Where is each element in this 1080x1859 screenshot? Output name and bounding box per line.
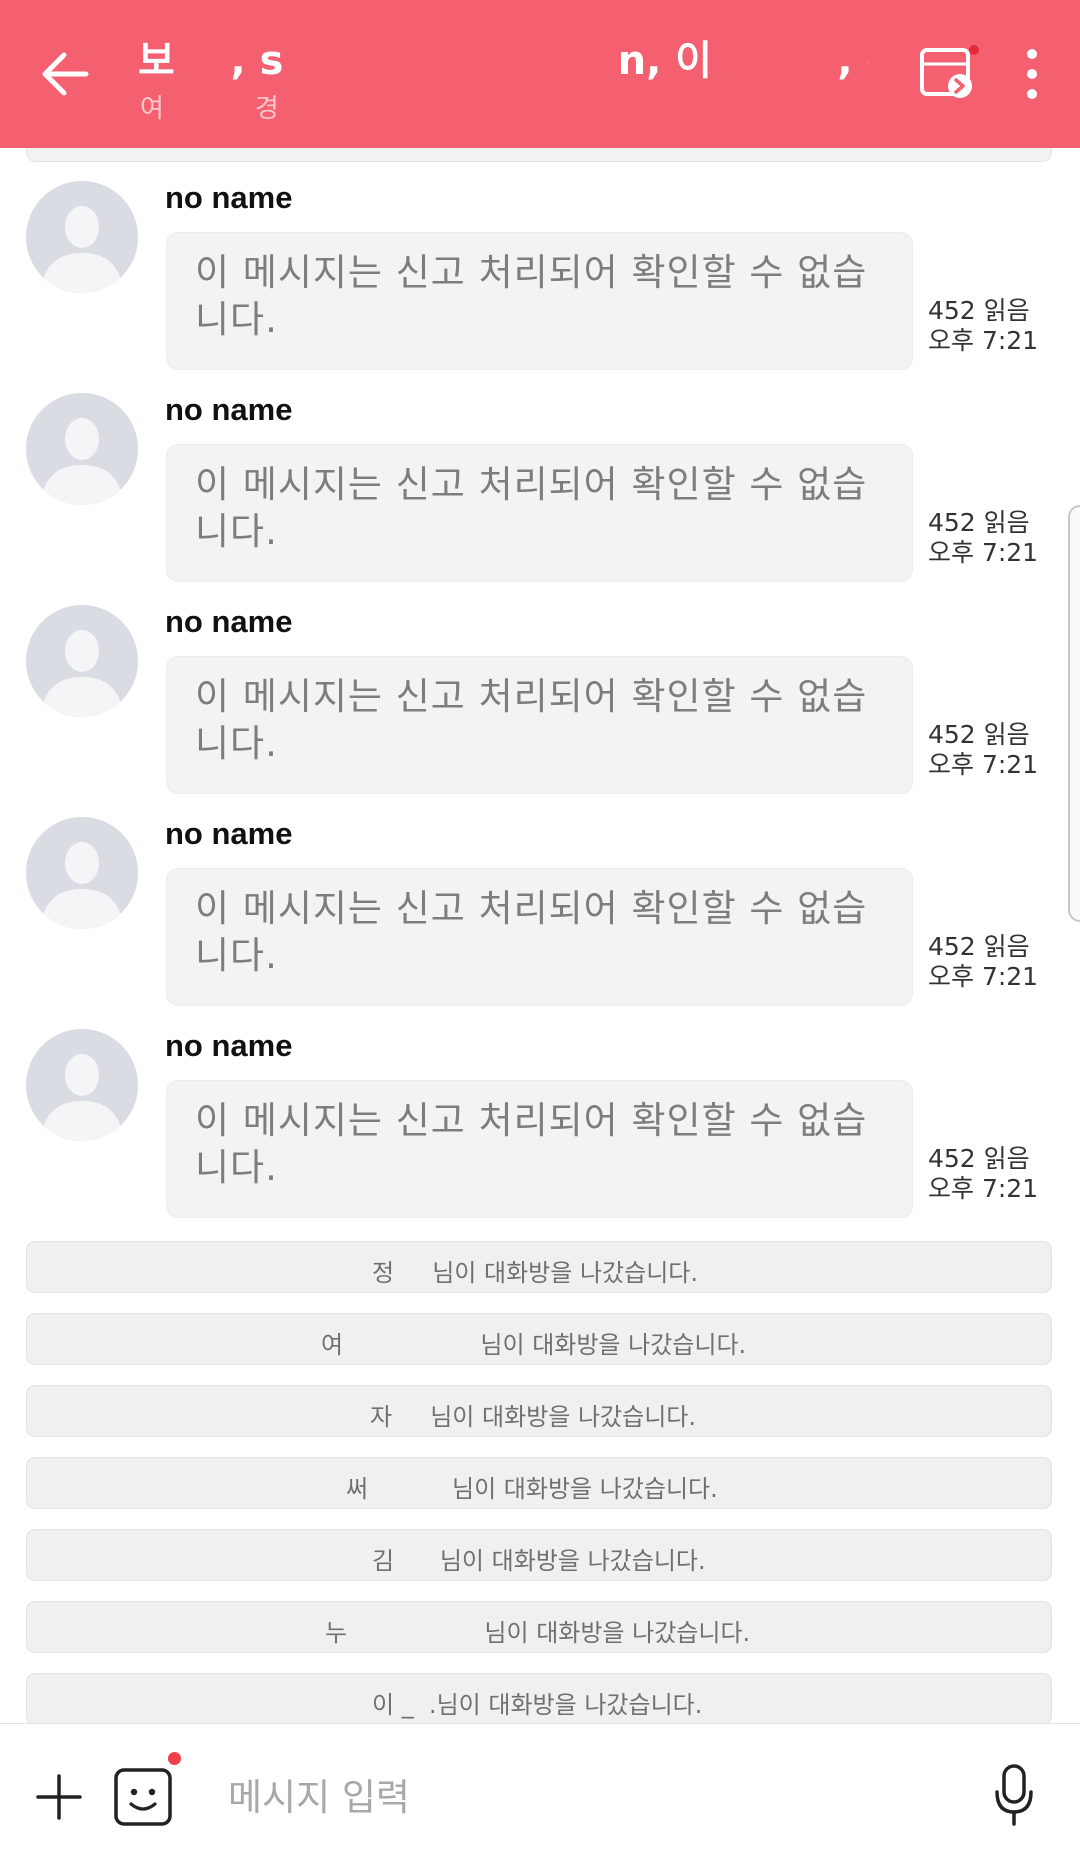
system-notice: 이 _ .님이 대화방을 나갔습니다.	[26, 1673, 1052, 1723]
system-notice: 김 님이 대화방을 나갔습니다.	[26, 1529, 1052, 1581]
avatar[interactable]	[26, 605, 138, 717]
read-count: 452 읽음	[928, 932, 1030, 961]
sender-name: no name	[165, 180, 293, 215]
notification-dot-icon	[168, 1752, 181, 1765]
message-text: 이 메시지는 신고 처리되어 확인할 수 없습니다.	[195, 887, 868, 977]
message-item: no name 이 메시지는 신고 처리되어 확인할 수 없습니다. 452 읽…	[0, 572, 1080, 794]
message-bubble[interactable]: 이 메시지는 신고 처리되어 확인할 수 없습니다.	[166, 232, 913, 370]
message-text: 이 메시지는 신고 처리되어 확인할 수 없습니다.	[195, 1099, 868, 1189]
message-meta: 452 읽음 오후 7:21	[928, 296, 1038, 356]
system-notice: 정 님이 대화방을 나갔습니다.	[26, 1241, 1052, 1293]
avatar[interactable]	[26, 1029, 138, 1141]
chat-header: 보 , s n, 이 , 홍...(207) 여 경	[0, 0, 1080, 148]
message-meta: 452 읽음 오후 7:21	[928, 720, 1038, 780]
read-count: 452 읽음	[928, 508, 1030, 537]
message-text: 이 메시지는 신고 처리되어 확인할 수 없습니다.	[195, 675, 868, 765]
message-bubble[interactable]: 이 메시지는 신고 처리되어 확인할 수 없습니다.	[166, 868, 913, 1006]
message-text: 이 메시지는 신고 처리되어 확인할 수 없습니다.	[195, 463, 868, 553]
message-item: no name 이 메시지는 신고 처리되어 확인할 수 없습니다. 452 읽…	[0, 148, 1080, 370]
chat-title[interactable]: 보 , s n, 이 , 홍...(207)	[138, 28, 868, 86]
emoticon-icon[interactable]	[112, 1764, 176, 1828]
arrow-left-icon[interactable]	[36, 44, 96, 104]
notification-dot-icon	[969, 45, 979, 55]
message-text: 이 메시지는 신고 처리되어 확인할 수 없습니다.	[195, 251, 868, 341]
system-notice: 누 님이 대화방을 나갔습니다.	[26, 1601, 1052, 1653]
sender-name: no name	[165, 392, 293, 427]
system-notice-text: 김 님이 대화방을 나갔습니다.	[372, 1547, 706, 1575]
message-item: no name 이 메시지는 신고 처리되어 확인할 수 없습니다. 452 읽…	[0, 784, 1080, 1006]
system-notice: 자 님이 대화방을 나갔습니다.	[26, 1385, 1052, 1437]
sender-name: no name	[165, 816, 293, 851]
system-notice-text: 자 님이 대화방을 나갔습니다.	[370, 1403, 696, 1431]
default-profile-icon	[26, 393, 138, 505]
message-item: no name 이 메시지는 신고 처리되어 확인할 수 없습니다. 452 읽…	[0, 996, 1080, 1218]
message-time: 오후 7:21	[928, 326, 1039, 355]
chat-subtitle: 여 경	[140, 94, 279, 124]
message-bubble[interactable]: 이 메시지는 신고 처리되어 확인할 수 없습니다.	[166, 1080, 913, 1218]
message-bubble[interactable]: 이 메시지는 신고 처리되어 확인할 수 없습니다.	[166, 444, 913, 582]
avatar[interactable]	[26, 817, 138, 929]
system-notice-text: 누 님이 대화방을 나갔습니다.	[325, 1619, 751, 1647]
scroll-handle[interactable]	[1068, 505, 1080, 922]
avatar[interactable]	[26, 181, 138, 293]
message-composer	[0, 1723, 1080, 1859]
system-notice-text: 정 님이 대화방을 나갔습니다.	[372, 1259, 698, 1287]
chat-message-list[interactable]: no name 이 메시지는 신고 처리되어 확인할 수 없습니다. 452 읽…	[0, 148, 1080, 1723]
plus-icon[interactable]	[34, 1772, 84, 1822]
sender-name: no name	[165, 1028, 293, 1063]
default-profile-icon	[26, 605, 138, 717]
default-profile-icon	[26, 1029, 138, 1141]
screen-share-icon[interactable]	[918, 42, 980, 104]
microphone-icon[interactable]	[992, 1762, 1036, 1828]
system-notice-text: 이 _ .님이 대화방을 나갔습니다.	[372, 1691, 703, 1719]
default-profile-icon	[26, 181, 138, 293]
message-meta: 452 읽음 오후 7:21	[928, 1144, 1038, 1204]
message-meta: 452 읽음 오후 7:21	[928, 508, 1038, 568]
read-count: 452 읽음	[928, 1144, 1030, 1173]
more-vertical-icon[interactable]	[1020, 44, 1044, 104]
message-bubble[interactable]: 이 메시지는 신고 처리되어 확인할 수 없습니다.	[166, 656, 913, 794]
message-meta: 452 읽음 오후 7:21	[928, 932, 1038, 992]
read-count: 452 읽음	[928, 296, 1030, 325]
message-time: 오후 7:21	[928, 538, 1039, 567]
message-item: no name 이 메시지는 신고 처리되어 확인할 수 없습니다. 452 읽…	[0, 360, 1080, 582]
system-notice-text: 써 님이 대화방을 나갔습니다.	[346, 1475, 718, 1503]
system-notice-text: 여 님이 대화방을 나갔습니다.	[321, 1331, 747, 1359]
read-count: 452 읽음	[928, 720, 1030, 749]
system-notice: 여 님이 대화방을 나갔습니다.	[26, 1313, 1052, 1365]
message-time: 오후 7:21	[928, 962, 1039, 991]
message-input[interactable]	[226, 1764, 970, 1830]
default-profile-icon	[26, 817, 138, 929]
avatar[interactable]	[26, 393, 138, 505]
system-notice: 써 님이 대화방을 나갔습니다.	[26, 1457, 1052, 1509]
message-time: 오후 7:21	[928, 1174, 1039, 1203]
sender-name: no name	[165, 604, 293, 639]
message-time: 오후 7:21	[928, 750, 1039, 779]
